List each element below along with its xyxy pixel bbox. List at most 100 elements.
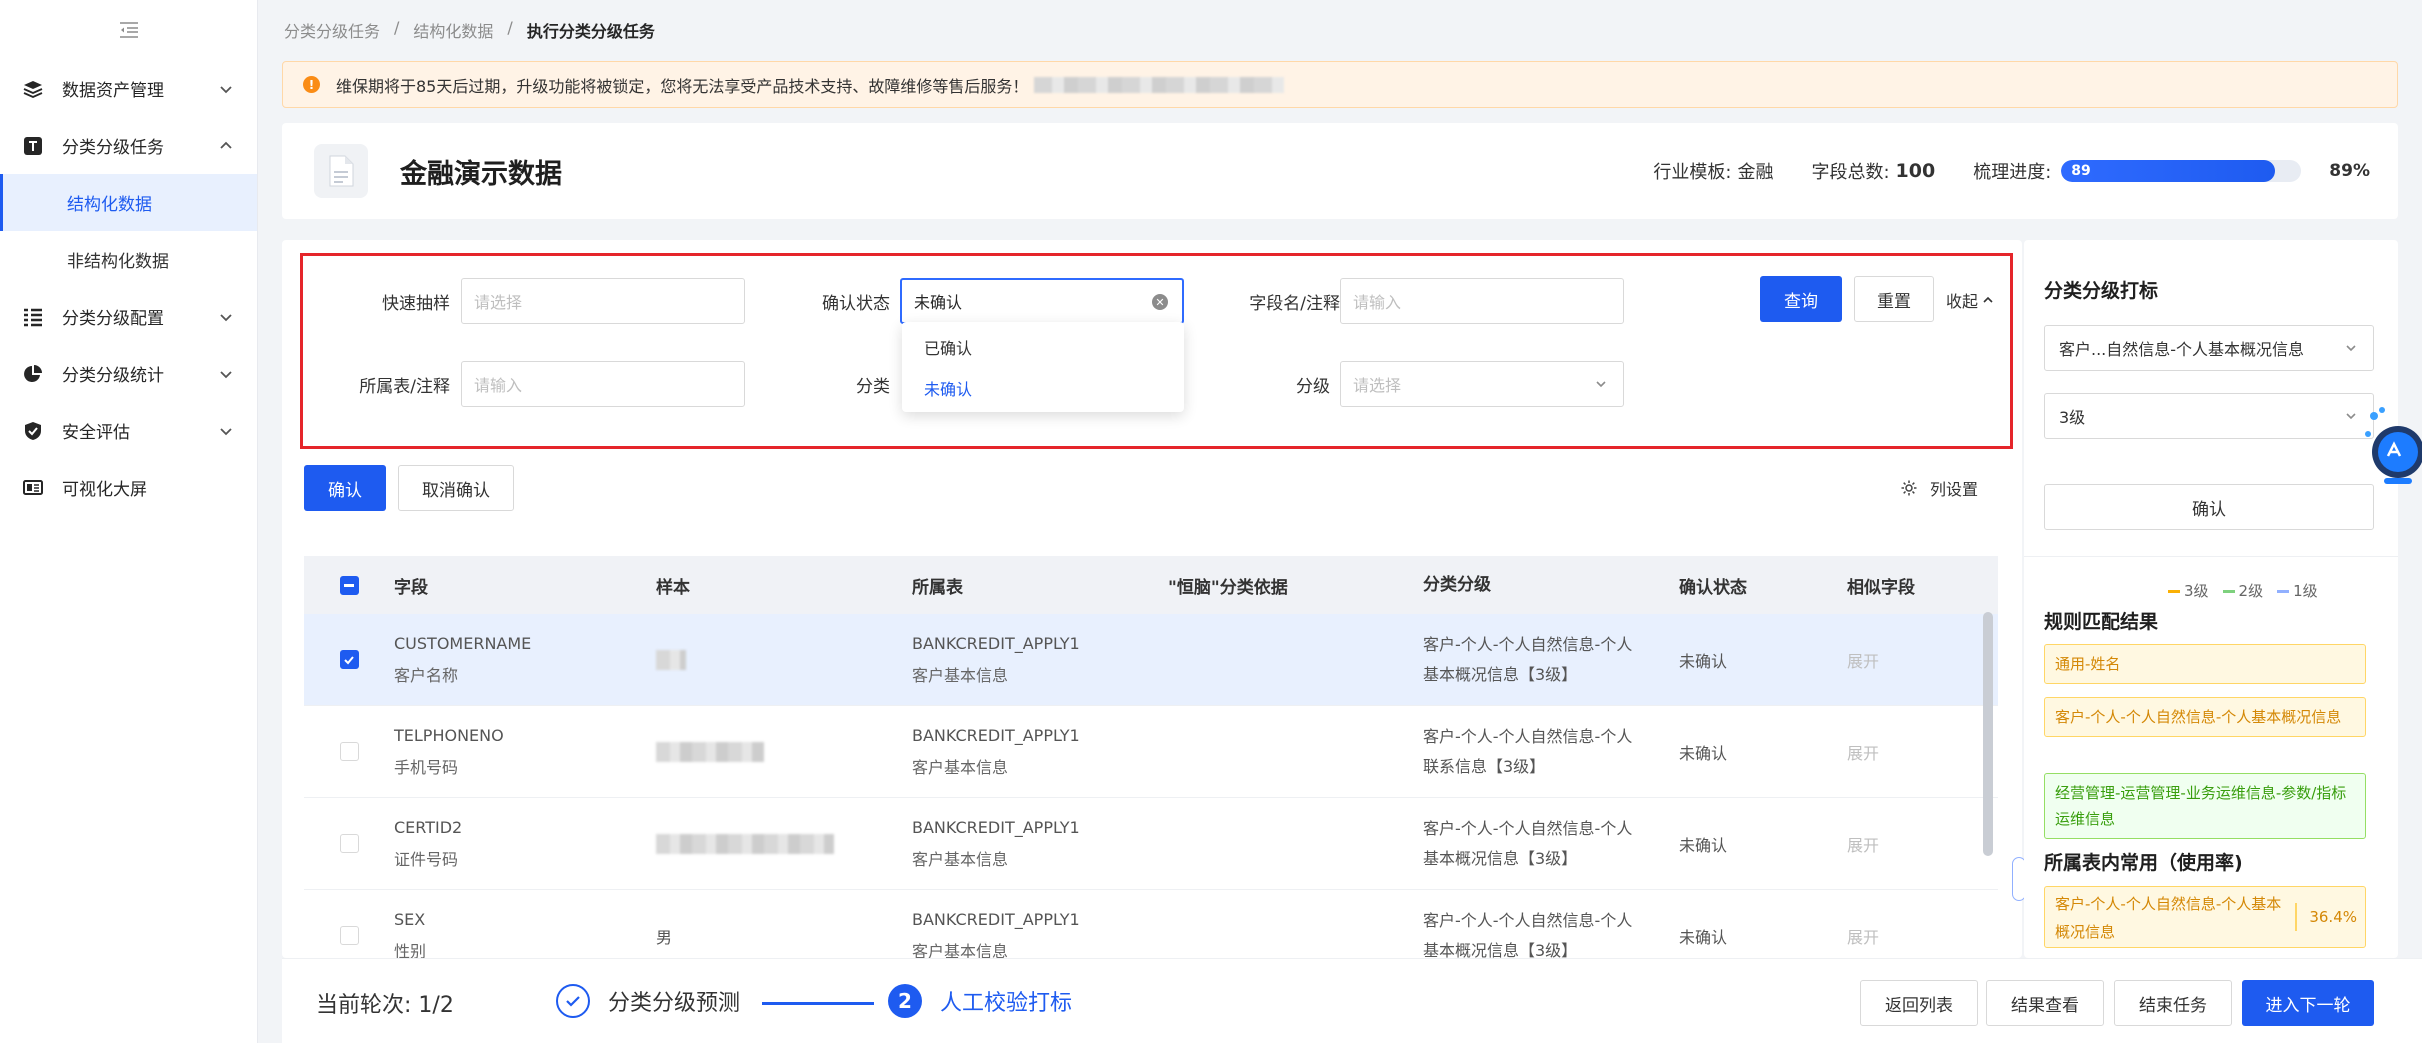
table-scrollbar[interactable]: [1983, 612, 1993, 856]
template-label: 行业模板:: [1653, 162, 1732, 183]
table-name-label: 所属表/注释: [359, 377, 450, 397]
legend-level-3: 3级: [2168, 580, 2209, 601]
dropdown-option-unconfirmed[interactable]: 未确认: [902, 367, 1184, 408]
sidebar-item-visual-screen[interactable]: 可视化大屏: [0, 459, 257, 516]
classification-cell: 客户-个人-个人自然信息-个人 基本概况信息【3级】: [1423, 906, 1679, 966]
column-header-sample: 样本: [656, 577, 690, 598]
warning-icon: !: [303, 76, 320, 93]
progress-bar: 89: [2061, 160, 2302, 182]
sidebar-item-label: 可视化大屏: [62, 480, 147, 500]
rule-match-tag[interactable]: 通用-姓名: [2044, 644, 2366, 684]
select-all-cell: [304, 575, 394, 595]
confirm-button[interactable]: 确认: [304, 465, 386, 511]
quick-sample-select[interactable]: 请选择: [461, 278, 745, 324]
ai-assistant-icon[interactable]: [2362, 404, 2422, 488]
rule-match-tag[interactable]: 经营管理-运营管理-业务运维信息-参数/指标运维信息: [2044, 773, 2366, 839]
breadcrumb-separator: /: [394, 18, 400, 37]
classification-level: 基本概况信息【3级】: [1423, 848, 1578, 868]
expand-similar-link[interactable]: 展开: [1847, 924, 1967, 948]
sidebar-item-label: 数据资产管理: [62, 81, 164, 101]
view-results-button[interactable]: 结果查看: [1986, 980, 2104, 1026]
column-header-table: 所属表: [912, 577, 963, 598]
pie-chart-icon: [22, 363, 44, 385]
chevron-down-icon: [220, 313, 232, 321]
end-task-button[interactable]: 结束任务: [2114, 980, 2232, 1026]
sample-cell: [656, 649, 912, 670]
select-all-checkbox[interactable]: [339, 575, 359, 595]
table-row[interactable]: CERTID2 证件号码 BANKCREDIT_APPLY1 客户基本信息 客户-个人-…: [304, 798, 1998, 890]
breadcrumb-item[interactable]: 分类分级任务: [284, 18, 380, 42]
rule-match-tag[interactable]: 客户-个人-个人自然信息-个人基本概况信息: [2044, 697, 2366, 737]
field-comment: 客户名称: [394, 665, 459, 685]
breadcrumb-item[interactable]: 结构化数据: [413, 18, 493, 42]
confirm-status-dropdown: 已确认 未确认: [902, 322, 1184, 412]
sample-cell: 男: [656, 924, 912, 948]
sidebar-subitem-unstructured-data[interactable]: 非结构化数据: [0, 231, 257, 288]
table-name-input[interactable]: 请输入: [461, 361, 745, 407]
grade-value: 3级: [2059, 408, 2086, 427]
step-label: 分类分级预测: [608, 991, 741, 1016]
sidebar-item-classification-tasks[interactable]: 分类分级任务: [0, 117, 257, 174]
sidebar-item-classification-stats[interactable]: 分类分级统计: [0, 345, 257, 402]
chevron-down-icon: [220, 427, 232, 435]
document-icon: [314, 144, 368, 198]
classification-level: 联系信息【3级】: [1423, 756, 1546, 776]
column-settings-label: 列设置: [1930, 480, 1979, 499]
confirm-status-select[interactable]: 未确认 ✕: [900, 278, 1184, 324]
expand-similar-link[interactable]: 展开: [1847, 832, 1967, 856]
table-row[interactable]: TELPHONENO 手机号码 BANKCREDIT_APPLY1 客户基本信息 客户-…: [304, 706, 1998, 798]
field-name: CUSTOMERNAME: [394, 633, 532, 653]
fields-value: 100: [1895, 160, 1936, 182]
level-label: 分级: [1296, 377, 1330, 397]
column-header-classification: 分类分级: [1423, 575, 1491, 595]
maintenance-notice: ! 维保期将于85天后过期，升级功能将被锁定，您将无法享受产品技术支持、故障维修…: [282, 61, 2398, 108]
level-placeholder: 请选择: [1353, 376, 1402, 395]
step-label: 人工校验打标: [940, 991, 1073, 1016]
column-header-basis: "恒脑"分类依据: [1168, 577, 1288, 598]
table-cell: BANKCREDIT_APPLY1 客户基本信息: [912, 628, 1168, 692]
reset-button[interactable]: 重置: [1854, 276, 1934, 322]
collapse-sidebar-button[interactable]: [0, 0, 257, 60]
redacted-sample: [656, 649, 686, 670]
category-label: 分类: [856, 377, 890, 397]
table-row[interactable]: CUSTOMERNAME 客户名称 BANKCREDIT_APPLY1 客户基本信息 客…: [304, 614, 1998, 706]
column-settings-button[interactable]: 列设置: [1900, 476, 1978, 500]
category-select[interactable]: 客户...自然信息-个人基本概况信息: [2044, 325, 2374, 371]
row-checkbox[interactable]: [339, 926, 359, 945]
cancel-confirm-button[interactable]: 取消确认: [398, 465, 514, 511]
collapse-filters-link[interactable]: 收起: [1946, 288, 1994, 312]
sidebar-item-classification-config[interactable]: 分类分级配置: [0, 288, 257, 345]
sidebar-item-security-assessment[interactable]: 安全评估: [0, 402, 257, 459]
text-box-icon: [22, 135, 44, 157]
sidebar-subitem-structured-data[interactable]: 结构化数据: [0, 174, 257, 231]
confirm-status-value: 未确认: [914, 293, 963, 312]
expand-similar-link[interactable]: 展开: [1847, 740, 1967, 764]
dropdown-option-confirmed[interactable]: 已确认: [902, 326, 1184, 367]
level-select[interactable]: 请选择: [1340, 361, 1624, 407]
table-name: BANKCREDIT_APPLY1: [912, 725, 1080, 745]
clear-icon[interactable]: ✕: [1152, 294, 1168, 310]
back-to-list-button[interactable]: 返回列表: [1860, 980, 1978, 1026]
step-manual-labeling: 2 人工校验打标: [888, 984, 1072, 1018]
template-value: 金融: [1737, 162, 1774, 183]
sample-cell: [656, 833, 912, 854]
gear-icon: [1901, 480, 1917, 496]
current-round: 当前轮次: 1/2: [316, 987, 454, 1019]
round-label: 当前轮次:: [316, 993, 412, 1018]
labeling-confirm-button[interactable]: 确认: [2044, 484, 2374, 530]
classification-cell: 客户-个人-个人自然信息-个人 基本概况信息【3级】: [1423, 630, 1679, 690]
legend-level-2: 2级: [2223, 580, 2264, 601]
chevron-up-icon: [1983, 296, 1993, 303]
usage-tag[interactable]: 客户-个人-个人自然信息-个人基本概况信息 36.4%: [2044, 886, 2366, 948]
row-checkbox[interactable]: [339, 834, 359, 853]
round-value: 1/2: [418, 993, 454, 1018]
classification-level: 基本概况信息【3级】: [1423, 664, 1578, 684]
next-round-button[interactable]: 进入下一轮: [2242, 980, 2374, 1026]
field-name-input[interactable]: 请输入: [1340, 278, 1624, 324]
row-checkbox[interactable]: [339, 742, 359, 761]
expand-similar-link[interactable]: 展开: [1847, 648, 1967, 672]
query-button[interactable]: 查询: [1760, 276, 1842, 322]
sidebar-item-data-assets[interactable]: 数据资产管理: [0, 60, 257, 117]
row-checkbox[interactable]: [339, 650, 359, 669]
grade-select[interactable]: 3级: [2044, 393, 2374, 439]
